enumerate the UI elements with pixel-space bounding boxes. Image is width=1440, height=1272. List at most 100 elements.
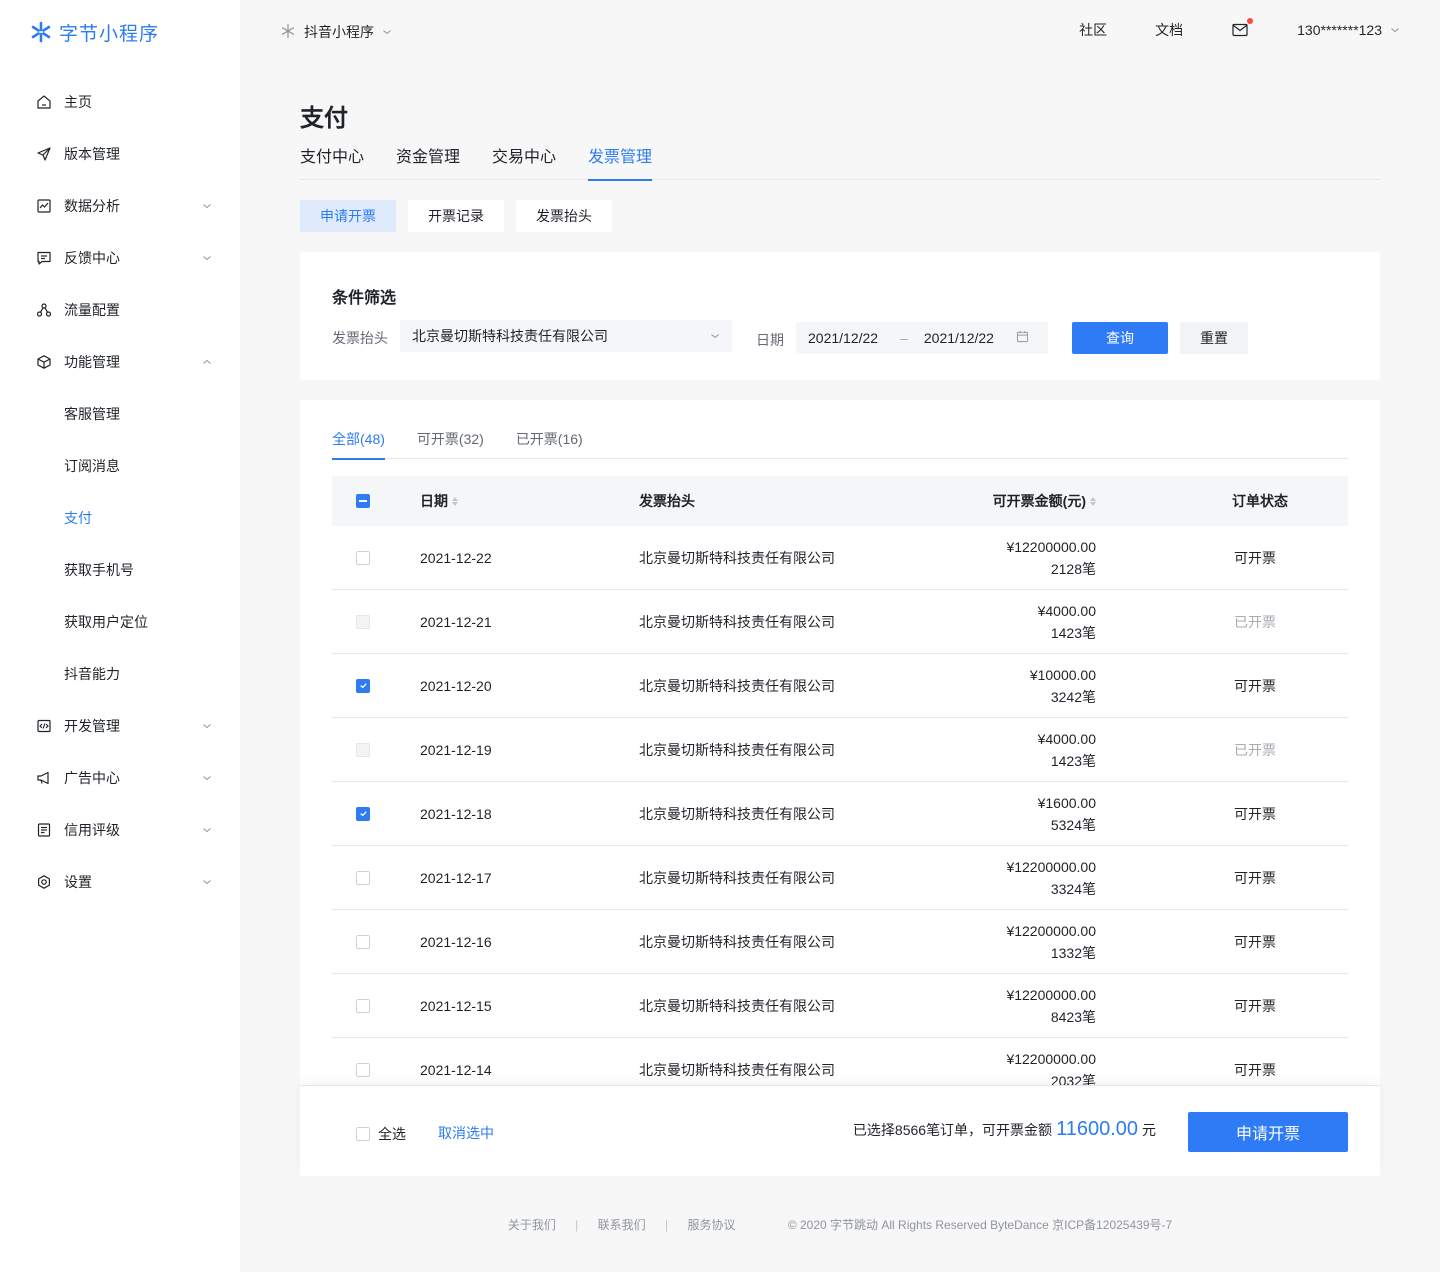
row-invoice-title: 北京曼切斯特科技责任有限公司 (639, 549, 835, 566)
row-amount: ¥12200000.00 (1006, 538, 1096, 555)
sidebar-item-5[interactable]: 功能管理 (0, 336, 240, 388)
summary-amount: 11600.00 (1056, 1118, 1138, 1140)
row-date: 2021-12-20 (420, 677, 492, 694)
footer-link-about[interactable]: 关于我们 (508, 1218, 556, 1232)
sidebar-item-11[interactable]: 抖音能力 (0, 648, 240, 700)
header-amount[interactable]: 可开票金额(元) (993, 476, 1096, 526)
cancel-selection-link[interactable]: 取消选中 (438, 1123, 494, 1143)
select-all-header-checkbox[interactable] (356, 494, 370, 508)
copyright: © 2020 字节跳动 All Rights Reserved ByteDanc… (787, 1218, 1173, 1232)
table-tab-2[interactable]: 已开票(16) (516, 426, 583, 459)
row-order-count: 2128笔 (1050, 560, 1096, 577)
row-order-count: 1423笔 (1050, 752, 1096, 769)
mail-icon[interactable] (1231, 18, 1254, 39)
sidebar-item-15[interactable]: 设置 (0, 856, 240, 908)
tab-1[interactable]: 资金管理 (396, 140, 460, 180)
table-row[interactable]: 2021-12-17 北京曼切斯特科技责任有限公司 ¥12200000.00 3324… (332, 846, 1348, 910)
row-checkbox[interactable] (356, 870, 370, 885)
document-icon (36, 822, 52, 838)
tab-3[interactable]: 发票管理 (588, 140, 653, 181)
table-tab-1[interactable]: 可开票(32) (417, 426, 484, 459)
tab-2[interactable]: 交易中心 (492, 140, 556, 180)
reset-button[interactable]: 重置 (1180, 322, 1248, 354)
row-status: 已开票 (1234, 613, 1276, 630)
row-amount-cell: ¥10000.00 3242笔 (1030, 654, 1096, 717)
table-row[interactable]: 2021-12-21 北京曼切斯特科技责任有限公司 ¥4000.00 1423笔 已开票 (332, 590, 1348, 654)
chevron-down-icon (710, 328, 720, 344)
select-all-control[interactable]: 全选 (356, 1124, 406, 1144)
row-checkbox[interactable] (356, 998, 370, 1013)
query-button[interactable]: 查询 (1072, 322, 1168, 354)
select-all-label: 全选 (378, 1126, 406, 1142)
row-checkbox[interactable] (356, 934, 370, 949)
row-checkbox[interactable] (356, 550, 370, 565)
invoice-table-card: 全部(48) 可开票(32) 已开票(16) 日期 发票抬头 可开票金额(元) 订单… (300, 400, 1380, 1176)
table-row[interactable]: 2021-12-15 北京曼切斯特科技责任有限公司 ¥12200000.00 8423… (332, 974, 1348, 1038)
sidebar-item-2[interactable]: 数据分析 (0, 180, 240, 232)
row-invoice-title: 北京曼切斯特科技责任有限公司 (639, 741, 835, 758)
subtab-0[interactable]: 申请开票 (300, 200, 396, 232)
sidebar-item-13[interactable]: 广告中心 (0, 752, 240, 804)
row-checkbox-cell (356, 590, 370, 653)
topbar: 抖音小程序 社区 文档 130*******123 (240, 0, 1440, 64)
row-amount-cell: ¥12200000.00 2128笔 (1006, 526, 1096, 589)
row-checkbox[interactable] (356, 678, 370, 693)
sidebar-item-label: 数据分析 (64, 198, 120, 214)
select-all-checkbox[interactable] (356, 1127, 370, 1141)
header-date-label: 日期 (420, 493, 448, 509)
row-amount: ¥1600.00 (1037, 794, 1096, 811)
header-date[interactable]: 日期 (420, 476, 458, 526)
subtab-1[interactable]: 开票记录 (408, 200, 504, 232)
sidebar-item-1[interactable]: 版本管理 (0, 128, 240, 180)
app-name: 抖音小程序 (304, 24, 374, 40)
invoice-status-tabs: 全部(48) 可开票(32) 已开票(16) (332, 426, 1348, 460)
chevron-down-icon (202, 877, 212, 887)
user-menu[interactable]: 130*******123 (1297, 22, 1400, 38)
row-amount: ¥10000.00 (1029, 666, 1096, 683)
row-checkbox[interactable] (356, 1062, 370, 1077)
sidebar-item-label: 获取用户定位 (64, 614, 148, 630)
sidebar-item-label: 功能管理 (64, 354, 120, 370)
app-switcher[interactable]: 抖音小程序 (280, 22, 392, 42)
sidebar-item-9[interactable]: 获取手机号 (0, 544, 240, 596)
row-amount: ¥4000.00 (1037, 602, 1096, 619)
table-row[interactable]: 2021-12-19 北京曼切斯特科技责任有限公司 ¥4000.00 1423笔 已开票 (332, 718, 1348, 782)
tab-0[interactable]: 支付中心 (300, 140, 364, 180)
sidebar-item-12[interactable]: 开发管理 (0, 700, 240, 752)
filter-title: 条件筛选 (332, 290, 397, 307)
footer-link-contact[interactable]: 联系我们 (598, 1218, 646, 1232)
row-checkbox (356, 742, 370, 757)
invoice-header-select[interactable]: 北京曼切斯特科技责任有限公司 (400, 320, 732, 352)
table-row[interactable]: 2021-12-16 北京曼切斯特科技责任有限公司 ¥12200000.00 1332… (332, 910, 1348, 974)
brand-logo-icon (30, 21, 52, 43)
row-checkbox-cell (356, 910, 370, 973)
docs-link[interactable]: 文档 (1155, 20, 1183, 40)
row-checkbox (356, 614, 370, 629)
community-link[interactable]: 社区 (1079, 20, 1107, 40)
row-checkbox[interactable] (356, 806, 370, 821)
table-row[interactable]: 2021-12-22 北京曼切斯特科技责任有限公司 ¥12200000.00 2128… (332, 526, 1348, 590)
table-row[interactable]: 2021-12-20 北京曼切斯特科技责任有限公司 ¥10000.00 3242笔 可开… (332, 654, 1348, 718)
message-icon (36, 250, 52, 266)
sidebar-item-8[interactable]: 支付 (0, 492, 240, 544)
sidebar-item-label: 订阅消息 (64, 458, 120, 474)
date-separator: – (900, 330, 908, 346)
sidebar-item-7[interactable]: 订阅消息 (0, 440, 240, 492)
row-amount-cell: ¥4000.00 1423笔 (1038, 718, 1096, 781)
subtab-2[interactable]: 发票抬头 (516, 200, 612, 232)
sidebar-item-14[interactable]: 信用评级 (0, 804, 240, 856)
apply-invoice-button[interactable]: 申请开票 (1188, 1112, 1348, 1152)
cube-icon (36, 354, 52, 370)
sidebar-item-0[interactable]: 主页 (0, 76, 240, 128)
brand-logo[interactable]: 字节小程序 (30, 20, 159, 45)
sidebar-item-10[interactable]: 获取用户定位 (0, 596, 240, 648)
table-tab-0[interactable]: 全部(48) (332, 426, 385, 460)
date-range-picker[interactable]: 2021/12/22 – 2021/12/22 (796, 322, 1048, 354)
sidebar-item-6[interactable]: 客服管理 (0, 388, 240, 440)
date-start: 2021/12/22 (808, 330, 879, 346)
footer-link-terms[interactable]: 服务协议 (687, 1218, 735, 1232)
sidebar-item-4[interactable]: 流量配置 (0, 284, 240, 336)
table-row[interactable]: 2021-12-18 北京曼切斯特科技责任有限公司 ¥1600.00 5324笔 可开票 (332, 782, 1348, 846)
sidebar-item-3[interactable]: 反馈中心 (0, 232, 240, 284)
row-date: 2021-12-16 (420, 933, 492, 950)
